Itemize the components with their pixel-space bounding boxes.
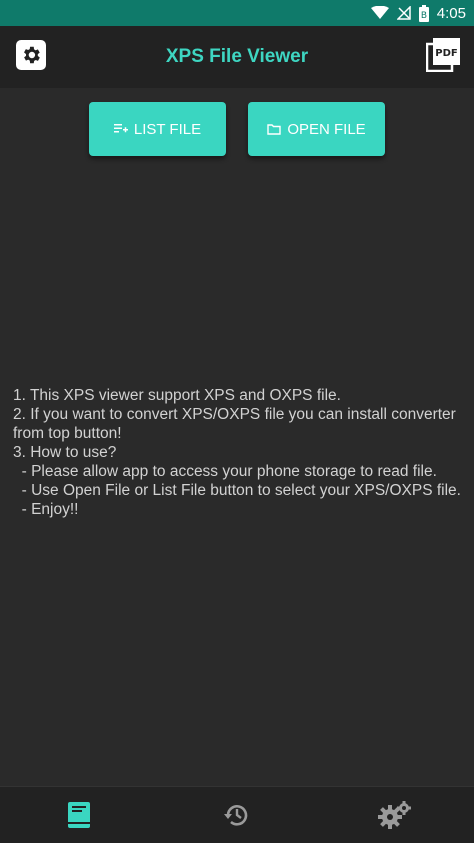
pdf-convert-button[interactable]: PDF — [425, 38, 460, 73]
settings-button[interactable] — [16, 40, 46, 70]
battery-charge-label: B — [421, 11, 427, 21]
folder-icon — [267, 124, 282, 135]
instructions-text: 1. This XPS viewer support XPS and OXPS … — [13, 387, 461, 518]
nav-item-library[interactable] — [49, 787, 109, 843]
bottom-nav — [0, 786, 474, 843]
playlist-add-icon — [113, 124, 128, 133]
open-file-label: OPEN FILE — [287, 120, 366, 138]
status-time: 4:05 — [436, 4, 466, 22]
nav-item-history[interactable] — [207, 787, 267, 843]
nav-item-settings[interactable] — [365, 787, 425, 843]
status-bar: B 4:05 — [0, 0, 474, 26]
no-signal-icon — [396, 6, 411, 20]
list-file-label: LIST FILE — [133, 120, 202, 138]
open-file-button[interactable]: OPEN FILE — [248, 102, 385, 156]
settings-gears-icon — [378, 801, 411, 829]
gear-icon — [24, 46, 40, 64]
pdf-icon-label: PDF — [435, 48, 457, 59]
app-bar: XPS File Viewer PDF — [0, 26, 474, 88]
list-file-button[interactable]: LIST FILE — [89, 102, 226, 156]
book-icon — [68, 802, 90, 828]
wifi-icon — [370, 6, 389, 19]
app-title: XPS File Viewer — [165, 46, 309, 67]
status-icons: B 4:05 — [370, 0, 466, 26]
pdf-icon: PDF — [425, 38, 460, 73]
action-buttons: LIST FILE OPEN FILE — [0, 102, 474, 156]
history-icon — [224, 805, 248, 826]
battery-icon: B — [418, 4, 429, 22]
